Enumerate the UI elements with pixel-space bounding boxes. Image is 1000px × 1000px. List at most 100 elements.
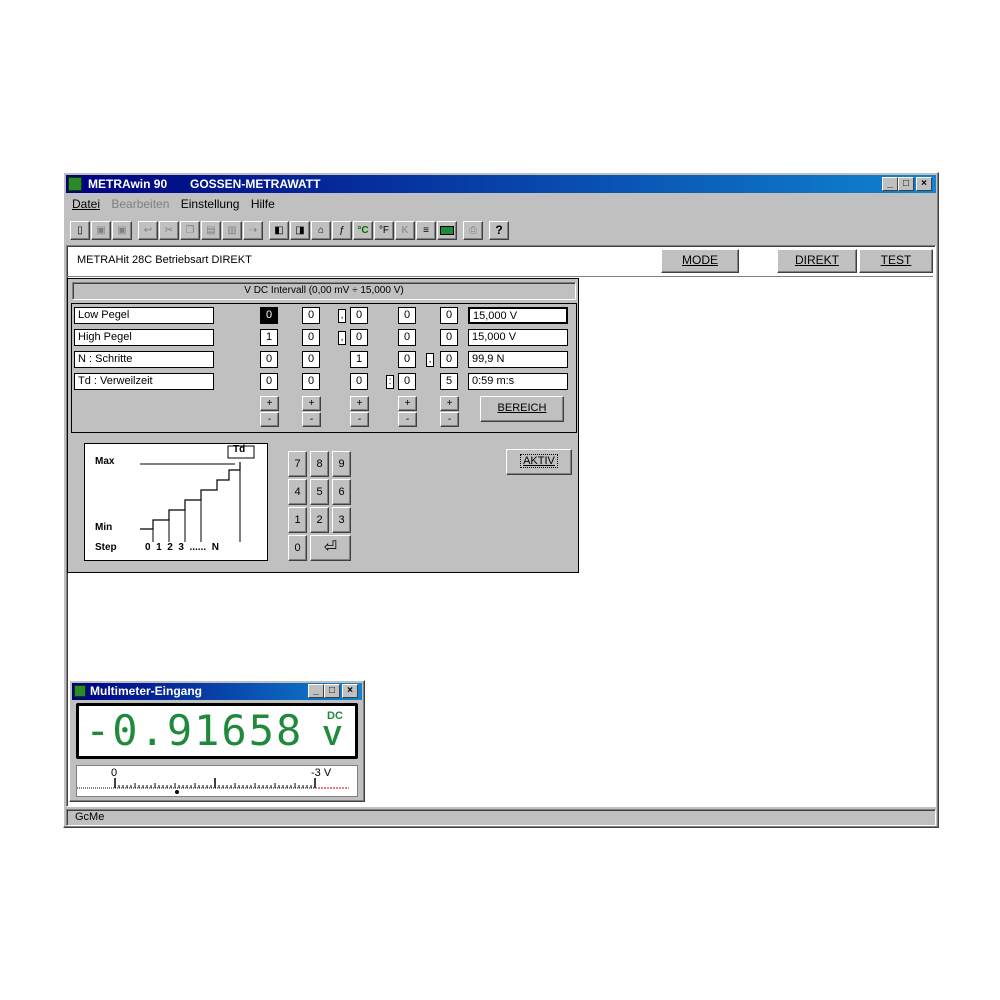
- direkt-button[interactable]: DIREKT: [777, 249, 857, 273]
- memory-icon[interactable]: ⌂: [311, 221, 331, 240]
- multimeter-title-bar[interactable]: Multimeter-Eingang _ □ ×: [72, 683, 362, 700]
- param-value: 0:59 m:s: [468, 373, 568, 390]
- increment-button[interactable]: +: [260, 396, 279, 411]
- digit-field[interactable]: 0: [398, 373, 416, 390]
- formula-icon[interactable]: ƒ: [332, 221, 352, 240]
- diagram-max-label: Max: [95, 456, 115, 467]
- decrement-button[interactable]: -: [440, 412, 459, 427]
- header-divider: [67, 276, 933, 277]
- lcd-unit: V: [323, 720, 342, 751]
- digit-field[interactable]: 0: [398, 307, 416, 324]
- key-1[interactable]: 1: [288, 507, 307, 533]
- digit-field[interactable]: 0: [440, 307, 458, 324]
- app-title: METRAwin 90: [88, 177, 168, 191]
- save-as-icon[interactable]: ▣: [112, 221, 132, 240]
- increment-button[interactable]: +: [302, 396, 321, 411]
- param-value: 15,000 V: [468, 307, 568, 324]
- key-8[interactable]: 8: [310, 451, 329, 477]
- aktiv-button[interactable]: AKTIV: [506, 449, 572, 475]
- scale-graphic: [77, 778, 349, 794]
- key-7[interactable]: 7: [288, 451, 307, 477]
- digit-field[interactable]: 0: [398, 329, 416, 346]
- increment-button[interactable]: +: [440, 396, 459, 411]
- digit-field[interactable]: 0: [350, 307, 368, 324]
- digit-field[interactable]: 5: [440, 373, 458, 390]
- title-bar[interactable]: METRAwin 90 GOSSEN-METRAWATT _ □ ×: [66, 175, 936, 193]
- enter-key-icon[interactable]: ⏎: [310, 535, 351, 561]
- digit-field[interactable]: 0: [350, 329, 368, 346]
- cut-icon[interactable]: ✂: [159, 221, 179, 240]
- key-0[interactable]: 0: [288, 535, 307, 561]
- increment-button[interactable]: +: [398, 396, 417, 411]
- decrement-button[interactable]: -: [398, 412, 417, 427]
- new-file-icon[interactable]: ▯: [70, 221, 90, 240]
- digit-field[interactable]: 0: [440, 329, 458, 346]
- minimize-button[interactable]: _: [882, 177, 898, 191]
- help-icon[interactable]: ?: [489, 221, 509, 240]
- decrement-button[interactable]: -: [260, 412, 279, 427]
- multimeter-minimize-button[interactable]: _: [308, 684, 324, 698]
- digit-field[interactable]: 0: [350, 373, 368, 390]
- multimeter-app-icon: [74, 685, 86, 697]
- digit-field[interactable]: 0: [260, 351, 278, 368]
- export-icon[interactable]: ⇢: [243, 221, 263, 240]
- copy-icon[interactable]: ❐: [180, 221, 200, 240]
- menu-hilfe[interactable]: Hilfe: [251, 197, 275, 211]
- menu-einstellung[interactable]: Einstellung: [181, 197, 240, 211]
- digit-field[interactable]: 1: [350, 351, 368, 368]
- digit-field[interactable]: 0: [302, 351, 320, 368]
- digit-field[interactable]: 0: [260, 307, 278, 324]
- panel-title-text: V DC Intervall (0,00 mV ÷ 15,000 V): [244, 285, 404, 296]
- key-4[interactable]: 4: [288, 479, 307, 505]
- digit-field[interactable]: 0: [302, 329, 320, 346]
- fahrenheit-icon[interactable]: °F: [374, 221, 394, 240]
- menu-datei[interactable]: Datei: [72, 197, 100, 211]
- status-text: GcMe: [75, 811, 105, 823]
- digit-field[interactable]: 0: [440, 351, 458, 368]
- separator: :: [386, 375, 394, 389]
- status-bar: GcMe: [66, 809, 936, 826]
- digit-field[interactable]: 0: [302, 307, 320, 324]
- increment-button[interactable]: +: [350, 396, 369, 411]
- param-label: Low Pegel: [74, 307, 214, 324]
- key-9[interactable]: 9: [332, 451, 351, 477]
- bereich-button[interactable]: BEREICH: [480, 396, 564, 422]
- client-area: METRAHit 28C Betriebsart DIREKT MODE DIR…: [66, 245, 936, 807]
- device-write-icon[interactable]: ◨: [290, 221, 310, 240]
- digit-field[interactable]: 0: [302, 373, 320, 390]
- printer-icon[interactable]: ⎙: [463, 221, 483, 240]
- analog-scale: 0 -3 V: [76, 765, 358, 797]
- clipboard-icon[interactable]: ▥: [222, 221, 242, 240]
- separator: ,: [338, 309, 346, 323]
- undo-icon[interactable]: ↩: [138, 221, 158, 240]
- multimeter-close-button[interactable]: ×: [342, 684, 358, 698]
- key-6[interactable]: 6: [332, 479, 351, 505]
- maximize-button[interactable]: □: [898, 177, 914, 191]
- display-icon[interactable]: [437, 221, 457, 240]
- print-setup-icon[interactable]: ≡: [416, 221, 436, 240]
- diagram-td-label: Td: [233, 444, 246, 455]
- kelvin-icon[interactable]: K: [395, 221, 415, 240]
- multimeter-window: Multimeter-Eingang _ □ × -0.91658 DC V 0…: [69, 680, 365, 802]
- device-status-label: METRAHit 28C Betriebsart DIREKT: [77, 254, 252, 266]
- multimeter-maximize-button[interactable]: □: [324, 684, 340, 698]
- menu-bearbeiten[interactable]: Bearbeiten: [111, 197, 169, 211]
- digit-field[interactable]: 1: [260, 329, 278, 346]
- digit-field[interactable]: 0: [260, 373, 278, 390]
- key-3[interactable]: 3: [332, 507, 351, 533]
- celsius-icon[interactable]: °C: [353, 221, 373, 240]
- decrement-button[interactable]: -: [302, 412, 321, 427]
- digit-field[interactable]: 0: [398, 351, 416, 368]
- mode-button[interactable]: MODE: [661, 249, 739, 273]
- device-read-icon[interactable]: ◧: [269, 221, 289, 240]
- multimeter-title: Multimeter-Eingang: [90, 684, 203, 698]
- key-2[interactable]: 2: [310, 507, 329, 533]
- decrement-button[interactable]: -: [350, 412, 369, 427]
- param-label: High Pegel: [74, 329, 214, 346]
- test-button[interactable]: TEST: [859, 249, 933, 273]
- keypad: 7 8 9 4 5 6 1 2 3 0 ⏎: [286, 449, 358, 567]
- paste-icon[interactable]: ▤: [201, 221, 221, 240]
- key-5[interactable]: 5: [310, 479, 329, 505]
- close-button[interactable]: ×: [916, 177, 932, 191]
- save-icon[interactable]: ▣: [91, 221, 111, 240]
